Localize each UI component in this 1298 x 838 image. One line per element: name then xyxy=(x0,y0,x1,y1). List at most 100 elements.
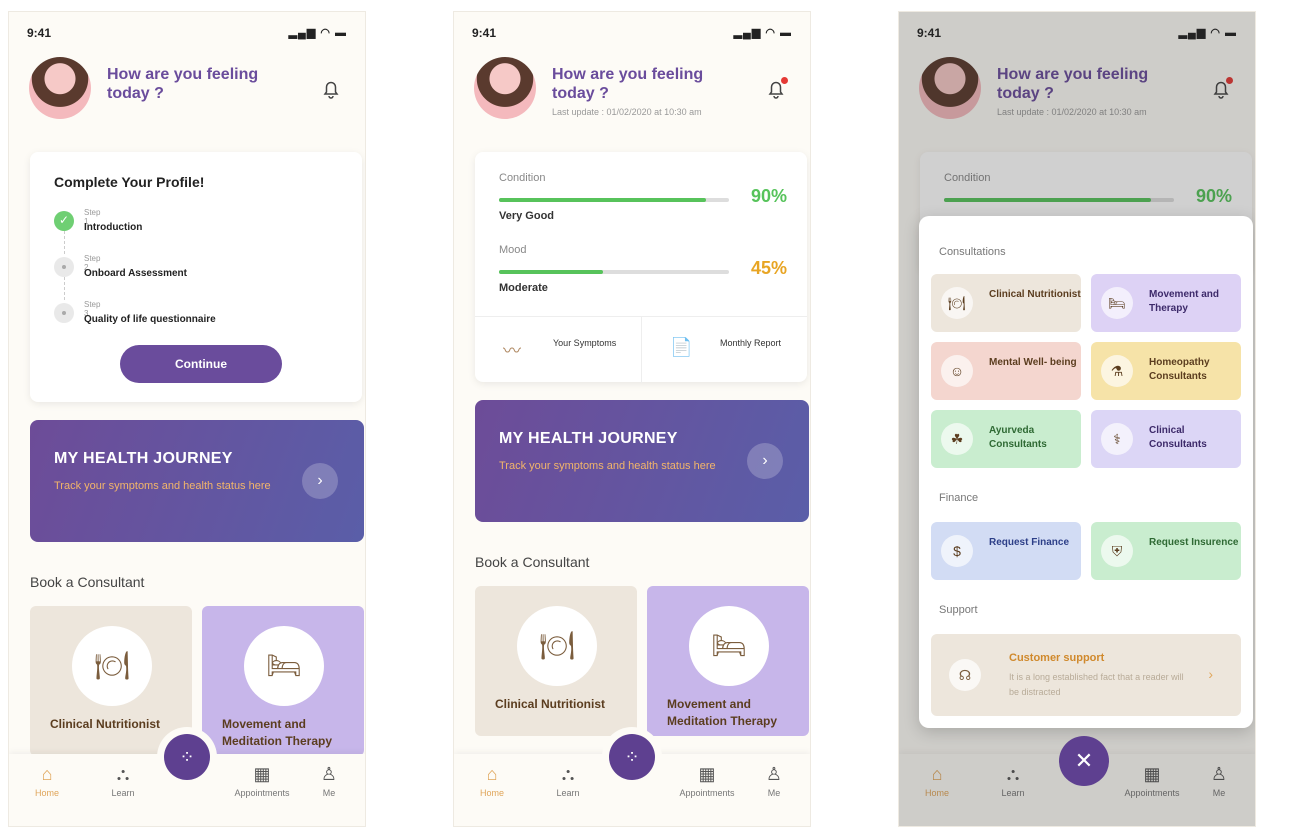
menu-item-homeopathy[interactable]: ⚗ Homeopathy Consultants xyxy=(1091,342,1241,400)
check-icon xyxy=(54,211,74,231)
metric-percent: 45% xyxy=(750,258,787,278)
tile-label: Movement and Meditation Therapy xyxy=(222,717,333,748)
user-icon: ♙ xyxy=(765,764,783,784)
metric-links: 〰 Your Symptoms 📄 Monthly Report xyxy=(475,316,807,383)
metric-title: Condition xyxy=(499,172,546,184)
medicine-bottle-icon: ⚗ xyxy=(1101,355,1133,387)
tab-home[interactable]: ⌂ Home xyxy=(462,764,522,798)
link-label: Monthly Report xyxy=(720,338,782,348)
menu-item-request-insurance[interactable]: ⛨ Request Insurence xyxy=(1091,522,1241,580)
step-name: Introduction xyxy=(84,222,143,233)
chevron-right-icon: › xyxy=(1208,666,1213,682)
journey-subtitle: Track your symptoms and health status he… xyxy=(54,480,271,492)
tab-appointments[interactable]: ▦ Appointments xyxy=(677,764,737,798)
menu-item-request-finance[interactable]: $ Request Finance xyxy=(931,522,1081,580)
menu-item-label: Mental Well- being xyxy=(989,357,1077,368)
menu-item-mental-wellbeing[interactable]: ☺ Mental Well- being xyxy=(931,342,1081,400)
status-time: 9:41 xyxy=(472,26,497,40)
chevron-right-icon[interactable]: › xyxy=(302,463,338,499)
greeting-title: How are you feeling today ? xyxy=(552,66,704,102)
bed-icon: 🛏 xyxy=(1101,287,1133,319)
continue-button[interactable]: Continue xyxy=(120,345,282,383)
tab-learn[interactable]: ⛬ Learn xyxy=(93,764,153,798)
dining-icon: 🍽 xyxy=(72,626,152,706)
phone-screen-home-profile: 9:41 ▂▄▆ ◠ ▬ How are you feeling today ?… xyxy=(9,12,365,826)
progress-track xyxy=(499,270,729,274)
metric-mood: Mood 45% Moderate xyxy=(499,244,787,314)
tile-label: Clinical Nutritionist xyxy=(495,697,606,711)
home-icon: ⌂ xyxy=(486,764,498,784)
tab-label: Appointments xyxy=(679,788,735,798)
tab-learn[interactable]: ⛬ Learn xyxy=(538,764,598,798)
pending-dot-icon xyxy=(54,257,74,277)
health-journey-banner[interactable]: MY HEALTH JOURNEY Track your symptoms an… xyxy=(30,420,364,542)
support-title: Customer support xyxy=(1009,652,1105,664)
last-update-text: Last update : 01/02/2020 at 10:30 am xyxy=(552,107,702,117)
menu-fab-button[interactable]: ⁘ xyxy=(164,734,210,780)
customer-support-item[interactable]: ☊ Customer support It is a long establis… xyxy=(931,634,1241,716)
bell-icon[interactable] xyxy=(764,77,788,101)
menu-item-label: Ayurveda Consultants xyxy=(989,425,1047,450)
dining-icon: 🍽 xyxy=(517,606,597,686)
headset-icon: ☊ xyxy=(949,659,981,691)
consultant-tile-movement[interactable]: 🛏 Movement and Meditation Therapy xyxy=(202,606,364,756)
shield-icon: ⛨ xyxy=(1101,535,1133,567)
avatar[interactable] xyxy=(29,57,91,119)
menu-item-label: Movement and Therapy xyxy=(1149,289,1220,314)
journey-title: MY HEALTH JOURNEY xyxy=(499,430,678,447)
progress-fill xyxy=(499,198,706,202)
header: How are you feeling today ? Last update … xyxy=(474,57,790,127)
progress-track xyxy=(499,198,729,202)
menu-item-ayurveda[interactable]: ☘ Ayurveda Consultants xyxy=(931,410,1081,468)
chevron-right-icon[interactable]: › xyxy=(747,443,783,479)
tab-label: Appointments xyxy=(234,788,290,798)
menu-item-clinical-nutritionist[interactable]: 🍽 Clinical Nutritionist xyxy=(931,274,1081,332)
consultant-tile-nutritionist[interactable]: 🍽 Clinical Nutritionist xyxy=(475,586,637,736)
pending-dot-icon xyxy=(54,303,74,323)
tab-home[interactable]: ⌂ Home xyxy=(17,764,77,798)
menu-item-label: Clinical Nutritionist xyxy=(989,289,1081,300)
tab-appointments[interactable]: ▦ Appointments xyxy=(232,764,292,798)
bed-icon: 🛏 xyxy=(689,606,769,686)
step-name: Quality of life questionnaire xyxy=(84,314,216,325)
calendar-icon: ▦ xyxy=(698,764,716,784)
metric-title: Mood xyxy=(499,244,527,256)
header: How are you feeling today ? xyxy=(29,57,345,127)
monthly-report-link[interactable]: 📄 Monthly Report xyxy=(641,317,808,383)
phone-screen-menu-open: 9:41 ▂▄▆ ◠ ▬ How are you feeling today ?… xyxy=(899,12,1255,826)
consultant-tile-nutritionist[interactable]: 🍽 Clinical Nutritionist xyxy=(30,606,192,756)
status-time: 9:41 xyxy=(27,26,52,40)
menu-fab-button[interactable]: ⁘ xyxy=(609,734,655,780)
tab-me[interactable]: ♙ Me xyxy=(744,764,804,798)
book-consultant-title: Book a Consultant xyxy=(30,574,145,590)
complete-profile-card: Complete Your Profile! Step 1 Introducti… xyxy=(30,152,362,402)
bed-icon: 🛏 xyxy=(244,626,324,706)
document-icon: 📄 xyxy=(670,337,693,357)
bell-icon[interactable] xyxy=(319,77,343,101)
signal-wifi-battery-icon: ▂▄▆ ◠ ▬ xyxy=(288,27,347,39)
avatar[interactable] xyxy=(474,57,536,119)
health-journey-banner[interactable]: MY HEALTH JOURNEY Track your symptoms an… xyxy=(475,400,809,522)
finance-heading: Finance xyxy=(939,492,979,504)
tab-label: Home xyxy=(479,788,504,798)
menu-item-label: Clinical Consultants xyxy=(1149,425,1207,450)
tab-me[interactable]: ♙ Me xyxy=(299,764,359,798)
your-symptoms-link[interactable]: 〰 Your Symptoms xyxy=(475,317,641,383)
tab-label: Learn xyxy=(111,788,135,798)
menu-item-movement-therapy[interactable]: 🛏 Movement and Therapy xyxy=(1091,274,1241,332)
bottom-tab-bar: ⌂ Home ⛬ Learn ⁘ ▦ Appointments ♙ Me xyxy=(454,734,810,826)
consultant-tile-movement[interactable]: 🛏 Movement and Meditation Therapy xyxy=(647,586,809,736)
menu-item-clinical-consultants[interactable]: ⚕ Clinical Consultants xyxy=(1091,410,1241,468)
phone-screen-home-metrics: 9:41 ▂▄▆ ◠ ▬ How are you feeling today ?… xyxy=(454,12,810,826)
dining-icon: 🍽 xyxy=(941,287,973,319)
user-icon: ♙ xyxy=(320,764,338,784)
signal-wifi-battery-icon: ▂▄▆ ◠ ▬ xyxy=(733,27,792,39)
bottom-tab-bar: ⌂ Home ⛬ Learn ⁘ ▦ Appointments ♙ Me xyxy=(9,734,365,826)
metric-level: Moderate xyxy=(499,282,548,294)
health-metrics-card: Condition 90% Very Good Mood 45% Moderat… xyxy=(475,152,807,383)
support-heading: Support xyxy=(939,604,978,616)
book-consultant-title: Book a Consultant xyxy=(475,554,590,570)
home-icon: ⌂ xyxy=(41,764,53,784)
step-name: Onboard Assessment xyxy=(84,268,187,279)
close-menu-button[interactable]: ✕ xyxy=(1059,736,1109,786)
